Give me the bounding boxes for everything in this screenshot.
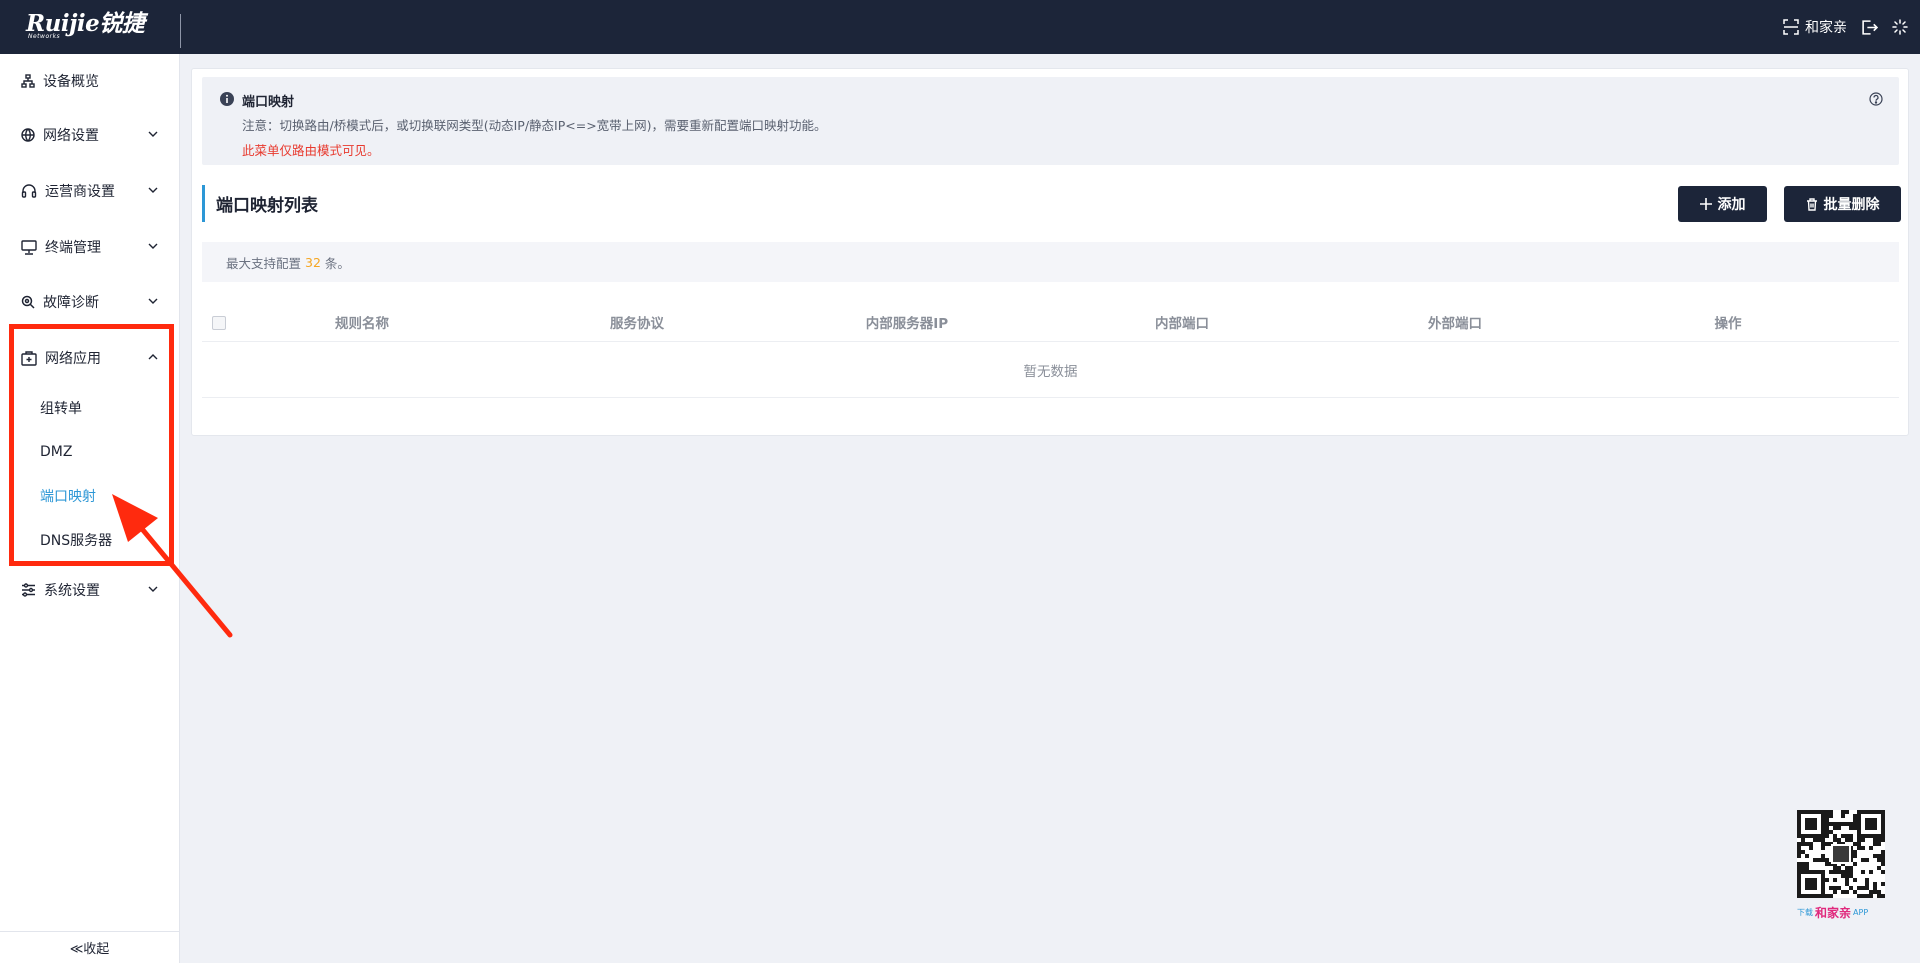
sidebar-item-network-settings[interactable]: 网络设置 [0, 115, 179, 155]
network-tree-icon [21, 74, 35, 88]
loading-spinner-icon[interactable] [1892, 19, 1908, 35]
sidebar-item-label: 故障诊断 [43, 295, 99, 311]
qr-caption-prefix: 下载 [1797, 908, 1813, 917]
sidebar-item-label: 设备概览 [43, 74, 99, 90]
max-rules-prefix: 最大支持配置 [226, 255, 302, 271]
sliders-icon [21, 583, 36, 597]
port-mapping-card: 端口映射 注意：切换路由/桥模式后，或切换联网类型(动态IP/静态IP<=>宽带… [191, 68, 1909, 436]
chevron-down-icon [147, 128, 159, 144]
headset-icon [21, 183, 37, 199]
app-download-qr: 下载 和家亲 APP [1797, 810, 1889, 921]
section-title: 端口映射列表 [202, 185, 318, 222]
help-icon[interactable] [1869, 91, 1883, 110]
trash-icon [1806, 197, 1818, 211]
qr-code-image [1797, 810, 1885, 898]
notice-title: 端口映射 [242, 95, 295, 110]
batch-delete-button[interactable]: 批量删除 [1784, 186, 1901, 222]
app-scan-button[interactable]: 和家亲 [1783, 17, 1847, 37]
add-button-label: 添加 [1717, 197, 1746, 213]
column-header-internal-port: 内部端口 [1155, 316, 1209, 332]
qr-caption-suffix: APP [1853, 908, 1869, 917]
select-all-checkbox[interactable] [212, 316, 226, 330]
monitor-icon [21, 239, 37, 255]
sidebar-item-label: 网络设置 [43, 128, 99, 144]
ruijie-logo: Ruijie锐捷 Networks [26, 12, 145, 42]
qr-caption: 下载 和家亲 APP [1797, 904, 1889, 921]
max-rules-count: 32 [305, 254, 321, 270]
chevron-down-icon [147, 295, 159, 311]
plus-icon [1699, 198, 1712, 210]
search-gear-icon [21, 295, 35, 309]
table-empty-row: 暂无数据 [202, 342, 1899, 398]
logout-icon[interactable] [1861, 19, 1878, 36]
scan-icon [1783, 19, 1799, 35]
add-button[interactable]: 添加 [1678, 186, 1767, 222]
batch-delete-button-label: 批量删除 [1823, 197, 1880, 213]
notice-warning-text: 此菜单仅路由模式可见。 [242, 143, 380, 158]
notice-panel: 端口映射 注意：切换路由/桥模式后，或切换联网类型(动态IP/静态IP<=>宽带… [202, 77, 1899, 165]
sidebar-item-label: 终端管理 [45, 240, 101, 256]
table-header: 规则名称 服务协议 内部服务器IP 内部端口 外部端口 操作 [202, 302, 1899, 342]
chevron-down-icon [147, 240, 159, 256]
app-name-label: 和家亲 [1805, 20, 1847, 36]
collapse-sidebar-button[interactable]: ≪收起 [0, 931, 179, 963]
max-rules-suffix: 条。 [324, 255, 350, 271]
column-header-external-port: 外部端口 [1428, 316, 1482, 332]
sidebar-item-label: 运营商设置 [45, 184, 115, 200]
column-header-protocol: 服务协议 [610, 316, 664, 332]
annotation-arrow [112, 494, 233, 638]
column-header-actions: 操作 [1714, 316, 1742, 332]
top-header: Ruijie锐捷 Networks 和家亲 [0, 0, 1920, 54]
column-header-rule-name: 规则名称 [335, 316, 389, 332]
sidebar-item-terminal-management[interactable]: 终端管理 [0, 227, 179, 267]
info-icon [220, 91, 234, 110]
sidebar-item-device-overview[interactable]: 设备概览 [0, 61, 179, 101]
notice-text: 注意：切换路由/桥模式后，或切换联网类型(动态IP/静态IP<=>宽带上网)，需… [242, 118, 827, 133]
sidebar-item-label: 系统设置 [44, 583, 100, 599]
sidebar-item-fault-diagnosis[interactable]: 故障诊断 [0, 282, 179, 322]
qr-caption-name: 和家亲 [1815, 906, 1852, 920]
header-divider [180, 14, 181, 48]
column-header-internal-ip: 内部服务器IP [865, 316, 949, 332]
chevron-down-icon [147, 184, 159, 200]
max-rules-info: 最大支持配置 32 条。 [202, 242, 1899, 282]
globe-icon [21, 128, 35, 142]
header-actions: 和家亲 [1783, 0, 1908, 54]
sidebar-item-isp-settings[interactable]: 运营商设置 [0, 171, 179, 211]
